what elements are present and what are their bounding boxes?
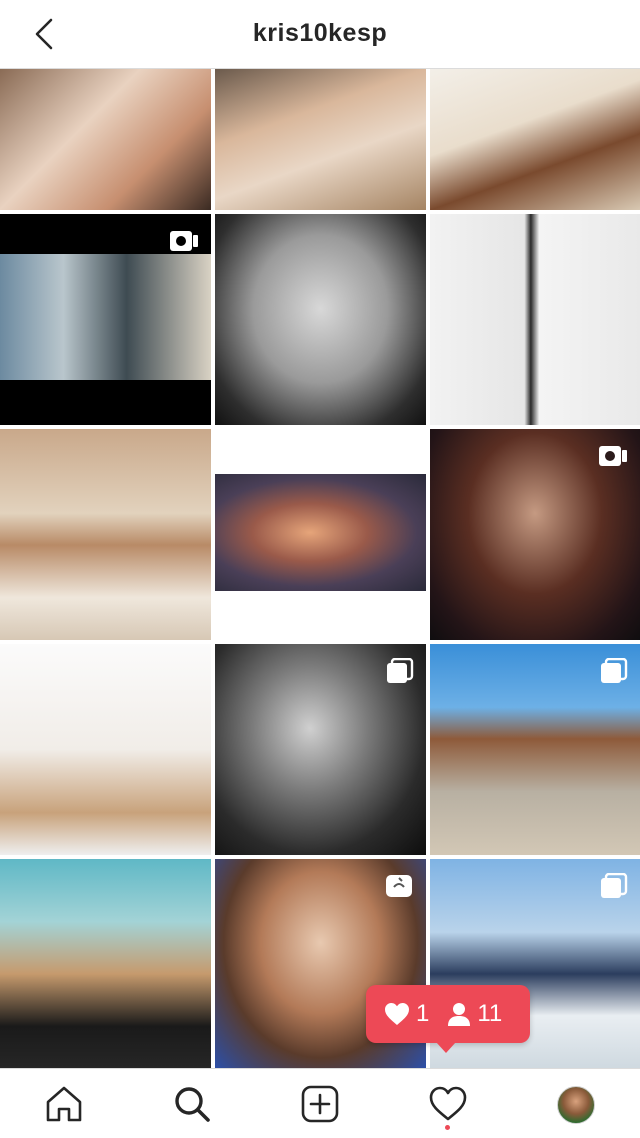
- grid-tile-post-8[interactable]: [215, 429, 426, 640]
- grid-tile-post-10[interactable]: [0, 644, 211, 855]
- likes-count: 1: [416, 1000, 430, 1027]
- grid-tile-post-1[interactable]: [0, 69, 211, 210]
- grid-tile-post-12[interactable]: [430, 644, 640, 855]
- person-icon: [448, 1003, 471, 1026]
- popup-caret: [436, 1042, 456, 1053]
- igtv-video-icon: [599, 446, 627, 466]
- carousel-icon: [387, 658, 414, 683]
- heart-icon: [429, 1086, 467, 1121]
- search-icon: [175, 1087, 210, 1122]
- bottom-tab-bar: [0, 1068, 640, 1138]
- igtv-video-icon: [386, 875, 412, 897]
- tab-new-post[interactable]: [298, 1082, 342, 1126]
- grid-tile-post-4[interactable]: [0, 214, 211, 425]
- plus-square-icon: [301, 1085, 339, 1123]
- grid-tile-post-11[interactable]: [215, 644, 426, 855]
- grid-tile-post-2[interactable]: [215, 69, 426, 210]
- activity-notification-popup[interactable]: 1 11: [366, 985, 530, 1053]
- post-8-image: [215, 474, 426, 591]
- carousel-icon: [601, 658, 628, 683]
- grid-tile-post-13[interactable]: [0, 859, 211, 1068]
- tab-search[interactable]: [170, 1082, 214, 1126]
- carousel-icon: [601, 873, 628, 898]
- tab-home[interactable]: [42, 1082, 86, 1126]
- activity-notification-dot: [445, 1125, 450, 1130]
- grid-tile-post-5[interactable]: [215, 214, 426, 425]
- home-icon: [46, 1086, 82, 1122]
- tab-activity[interactable]: [426, 1082, 470, 1126]
- igtv-video-icon: [170, 231, 198, 251]
- grid-tile-post-7[interactable]: [0, 429, 211, 640]
- tab-profile-avatar[interactable]: [557, 1086, 595, 1124]
- profile-username-title: kris10kesp: [252, 19, 388, 47]
- grid-tile-post-3[interactable]: [430, 69, 640, 210]
- top-bar: kris10kesp: [0, 0, 640, 69]
- grid-tile-post-9[interactable]: [430, 429, 640, 640]
- followers-count: 11: [477, 1000, 503, 1027]
- photo-grid: [0, 69, 640, 1068]
- heart-icon: [385, 1003, 409, 1025]
- video-frame: [0, 254, 211, 380]
- grid-tile-post-6[interactable]: [430, 214, 640, 425]
